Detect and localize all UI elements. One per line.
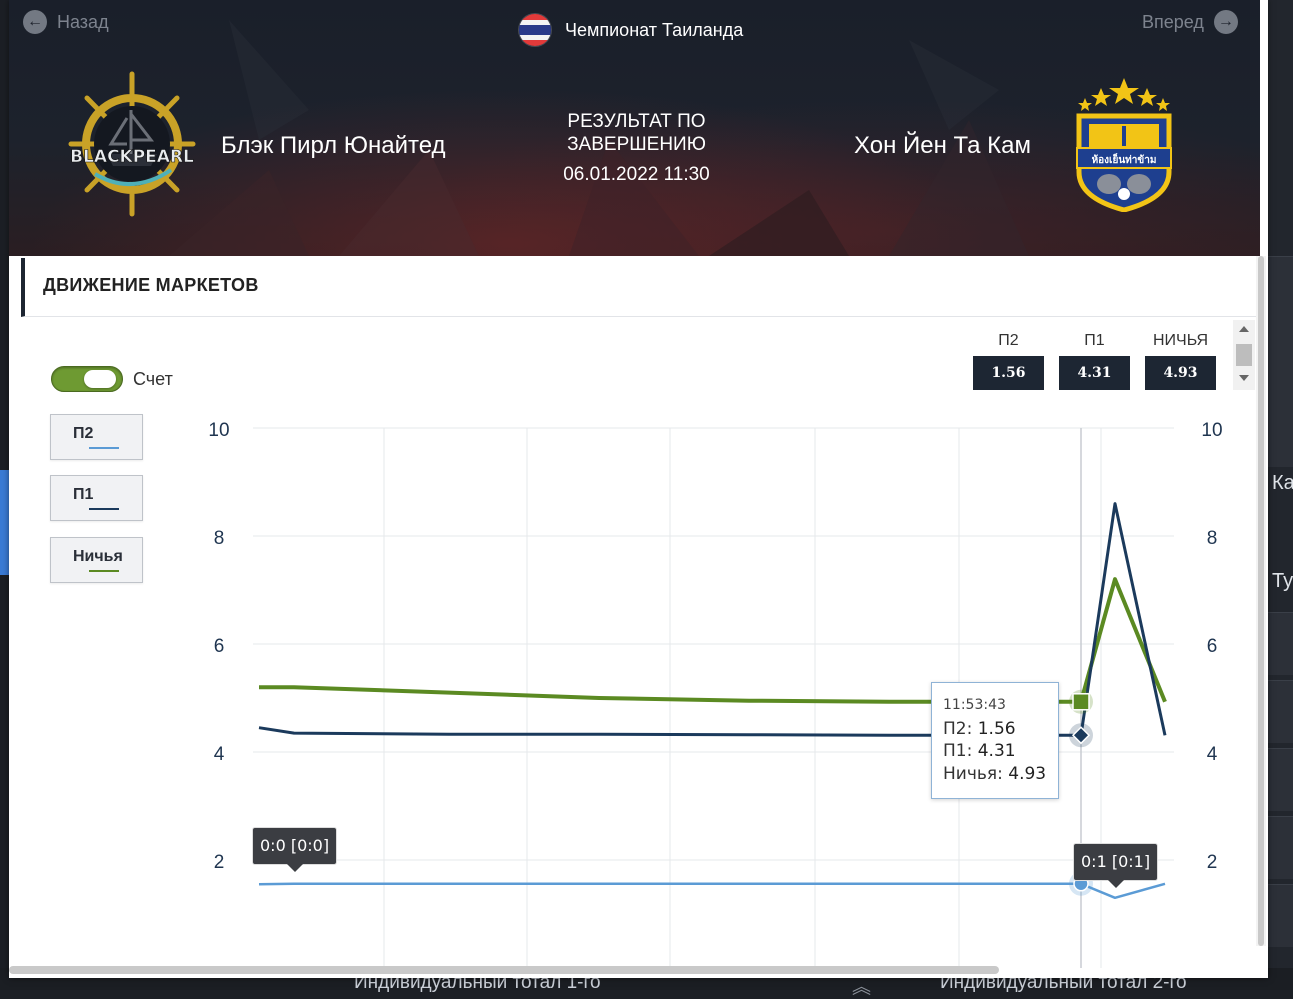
y-tick-label-right: 6: [1207, 636, 1218, 657]
background-block: [1268, 816, 1293, 879]
tooltip-row-p1: П1: 4.31: [943, 741, 1016, 761]
window-scrollbar[interactable]: [1256, 256, 1266, 946]
y-tick-label-left: 2: [214, 852, 225, 873]
tooltip-value: 4.93: [1008, 764, 1047, 784]
y-tick-label-left: 8: [214, 528, 225, 549]
y-tick-label-left: 6: [214, 636, 225, 657]
market-movement-window: ← Назад Вперед → Чемпионат Таиланда BLAC…: [9, 0, 1268, 978]
tooltip-time: 11:53:43: [943, 697, 1006, 713]
background-block: [1268, 748, 1293, 811]
background-block: [1268, 884, 1293, 947]
y-tick-label-right: 2: [1207, 852, 1218, 873]
score-marker[interactable]: 0:0 [0:0]: [252, 827, 338, 872]
tooltip-label: Ничья:: [943, 764, 1003, 784]
tooltip-value: 4.31: [977, 741, 1016, 761]
background-block: [1268, 612, 1293, 675]
y-tick-label-right: 4: [1207, 744, 1218, 765]
data-point-draw: [1072, 693, 1090, 711]
horizontal-scrollbar[interactable]: [9, 966, 999, 974]
background-block: [1268, 680, 1293, 743]
background-text: Ту: [1272, 570, 1293, 592]
background-accent: [0, 470, 9, 575]
background-block: [1268, 256, 1293, 467]
chart-tooltip: 11:53:43 П2: 1.56 П1: 4.31 Ничья: 4.93: [931, 682, 1059, 799]
y-tick-label-left: 10: [208, 420, 229, 441]
y-tick-label-left: 4: [214, 744, 225, 765]
tooltip-value: 1.56: [977, 719, 1016, 739]
odds-line-chart: 10 8 6 4 2 10 8 6 4 2: [208, 420, 1223, 968]
y-tick-label-right: 10: [1201, 420, 1222, 441]
tooltip-label: П2:: [943, 719, 973, 739]
score-marker[interactable]: 0:1 [0:1]: [1073, 843, 1159, 888]
scroll-thumb[interactable]: [1258, 256, 1264, 946]
tooltip-row-p2: П2: 1.56: [943, 719, 1016, 739]
background-text: Ка: [1272, 472, 1293, 494]
y-tick-label-right: 8: [1207, 528, 1218, 549]
tooltip-label: П1:: [943, 741, 973, 761]
tooltip-row-draw: Ничья: 4.93: [943, 764, 1046, 784]
background-page-strip: Ка Ту: [1268, 0, 1293, 990]
series-line-p2: [258, 882, 1166, 900]
